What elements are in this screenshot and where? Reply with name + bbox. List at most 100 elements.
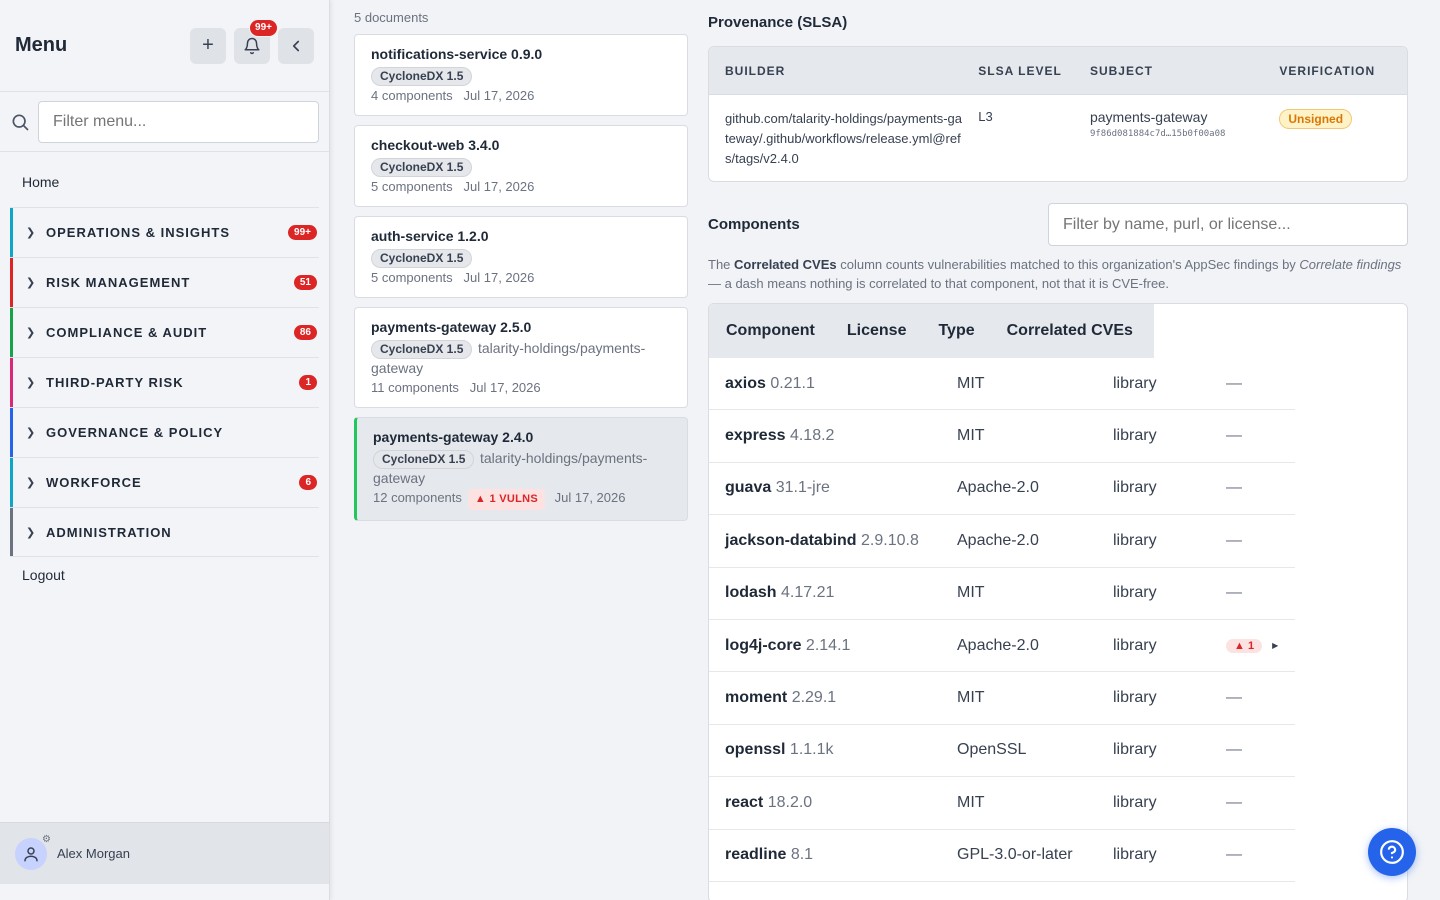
- cve-cell: —: [1226, 689, 1242, 707]
- user-profile[interactable]: ⚙ Alex Morgan: [0, 822, 329, 884]
- document-title: checkout-web 3.4.0: [371, 137, 500, 153]
- document-card[interactable]: auth-service 1.2.0 CycloneDX 1.5 5 compon…: [354, 216, 688, 298]
- nav-home[interactable]: Home: [0, 152, 329, 207]
- notifications-button[interactable]: 99+: [234, 18, 278, 64]
- table-row[interactable]: react 18.2.0 MIT library —: [709, 777, 1295, 830]
- nav-list: ❯ OPERATIONS & INSIGHTS 99+ ❯ RISK MANAGEMEN…: [0, 207, 329, 557]
- table-row[interactable]: lodash 4.17.21 MIT library —: [709, 568, 1295, 620]
- document-date: Jul 17, 2026: [463, 88, 535, 103]
- component-name: readline: [725, 846, 787, 864]
- component-version: 2.14.1: [805, 636, 851, 654]
- sidebar-item-governance-policy[interactable]: ❯ GOVERNANCE & POLICY: [10, 407, 319, 457]
- section-color-bar: [10, 358, 13, 407]
- logout-link[interactable]: Logout: [0, 557, 329, 593]
- note-text-pre: The: [708, 257, 735, 272]
- cve-cell[interactable]: ▲ 1 ▶: [1226, 638, 1278, 653]
- chevron-right-icon: ❯: [26, 427, 36, 439]
- section-color-bar: [10, 258, 13, 307]
- sidebar-item-label: COMPLIANCE & AUDIT: [46, 325, 208, 340]
- sidebar-item-label: ADMINISTRATION: [46, 524, 172, 540]
- column-header-license[interactable]: License: [847, 322, 907, 340]
- provenance-header: BUILDER SLSA LEVEL SUBJECT VERIFICATION: [709, 47, 1407, 95]
- license-cell: Apache-2.0: [957, 531, 1039, 549]
- help-button[interactable]: [1368, 828, 1416, 876]
- chevron-right-icon: ❯: [26, 327, 36, 339]
- type-cell: library: [1113, 531, 1157, 549]
- table-row[interactable]: express 4.18.2 MIT library —: [709, 410, 1295, 463]
- menu-filter-input[interactable]: [38, 100, 319, 143]
- column-header-type[interactable]: Type: [938, 322, 974, 340]
- table-row[interactable]: guava 31.1-jre Apache-2.0 library —: [709, 463, 1295, 516]
- gear-icon: ⚙: [42, 833, 51, 845]
- cve-dash: —: [1226, 689, 1242, 707]
- sidebar-item-administration[interactable]: ❯ ADMINISTRATION: [10, 507, 319, 557]
- license-cell: Apache-2.0: [957, 479, 1039, 497]
- components-table-header: Component License Type Correlated CVEs: [709, 304, 1154, 358]
- chevron-left-icon: [292, 40, 300, 51]
- cve-dash: —: [1226, 793, 1242, 811]
- document-card[interactable]: notifications-service 0.9.0 CycloneDX 1.5…: [354, 34, 688, 116]
- subject-cell: payments-gateway 9f86d081884c7d…15b0f00a…: [1090, 109, 1279, 169]
- component-version: 31.1-jre: [775, 479, 830, 497]
- note-text-mid: column counts vulnerabilities matched to…: [836, 257, 1300, 272]
- verification-badge: Unsigned: [1279, 109, 1353, 129]
- table-row[interactable]: log4j-core 2.14.1 Apache-2.0 library ▲ 1 ▶: [709, 620, 1295, 673]
- document-meta: CycloneDX 1.5 5 components Jul 17, 2026: [371, 157, 671, 196]
- section-color-bar: [10, 508, 13, 556]
- type-cell: library: [1113, 427, 1157, 445]
- note-bold: Correlated CVEs: [734, 257, 837, 272]
- column-header-correlated-cves[interactable]: Correlated CVEs: [1007, 322, 1133, 340]
- component-version: 2.9.10.8: [861, 531, 919, 549]
- table-row[interactable]: axios 0.21.1 MIT library —: [709, 358, 1295, 411]
- document-card[interactable]: payments-gateway 2.4.0 CycloneDX 1.5 tala…: [354, 417, 688, 521]
- sidebar-item-operations-insights[interactable]: ❯ OPERATIONS & INSIGHTS 99+: [10, 207, 319, 257]
- collapse-sidebar-button[interactable]: [278, 27, 314, 64]
- components-filter-input[interactable]: [1048, 203, 1408, 246]
- document-card[interactable]: payments-gateway 2.5.0 CycloneDX 1.5 tala…: [354, 307, 688, 408]
- table-row[interactable]: openssl 1.1.1k OpenSSL library —: [709, 725, 1295, 778]
- type-cell: library: [1113, 374, 1157, 392]
- document-card[interactable]: checkout-web 3.4.0 CycloneDX 1.5 5 compon…: [354, 125, 688, 207]
- component-cell: readline 8.1: [709, 846, 957, 864]
- component-cell: express 4.18.2: [709, 427, 957, 445]
- table-row[interactable]: moment 2.29.1 MIT library —: [709, 672, 1295, 725]
- document-date: Jul 17, 2026: [554, 490, 626, 505]
- main-content: Provenance (SLSA) BUILDER SLSA LEVEL SUB…: [708, 0, 1408, 900]
- chevron-right-icon: ❯: [26, 477, 36, 489]
- format-badge: CycloneDX 1.5: [371, 158, 473, 177]
- format-badge: CycloneDX 1.5: [373, 450, 475, 469]
- cve-dash: —: [1226, 479, 1242, 497]
- sidebar-item-count: 1: [299, 375, 317, 390]
- bell-icon: [244, 37, 260, 54]
- column-header-component[interactable]: Component: [726, 322, 815, 340]
- sidebar-item-workforce[interactable]: ❯ WORKFORCE 6: [10, 457, 319, 507]
- cve-cell: —: [1226, 794, 1242, 812]
- document-title: notifications-service 0.9.0: [371, 46, 543, 62]
- table-row[interactable]: jackson-databind 2.9.10.8 Apache-2.0 libra…: [709, 515, 1295, 568]
- component-version: 4.17.21: [781, 584, 835, 602]
- component-name: openssl: [725, 741, 786, 759]
- table-row[interactable]: readline 8.1 GPL-3.0-or-later library —: [709, 830, 1295, 882]
- chevron-right-icon: ❯: [26, 377, 36, 389]
- plus-icon: +: [202, 34, 214, 56]
- document-title: payments-gateway 2.4.0: [373, 429, 534, 445]
- add-button[interactable]: +: [190, 27, 226, 64]
- sidebar-item-third-party-risk[interactable]: ❯ THIRD-PARTY RISK 1: [10, 357, 319, 407]
- cve-count-badge[interactable]: ▲ 1: [1226, 638, 1263, 653]
- sidebar-item-compliance-audit[interactable]: ❯ COMPLIANCE & AUDIT 86: [10, 307, 319, 357]
- component-version: 18.2.0: [767, 793, 813, 811]
- sidebar-title: Menu: [15, 34, 68, 56]
- sidebar-item-count: 86: [293, 325, 317, 340]
- sidebar-item-count: 51: [293, 275, 317, 290]
- component-name: lodash: [725, 584, 777, 602]
- component-version: 1.1.1k: [789, 741, 834, 759]
- sidebar-item-risk-management[interactable]: ❯ RISK MANAGEMENT 51: [10, 257, 319, 307]
- expand-arrow-icon[interactable]: ▶: [1272, 641, 1278, 650]
- document-meta: CycloneDX 1.5 4 components Jul 17, 2026: [371, 66, 671, 105]
- document-count: 5 documents: [354, 10, 429, 25]
- license-cell: MIT: [957, 793, 985, 811]
- cve-dash: —: [1226, 531, 1242, 549]
- license-cell: MIT: [957, 689, 985, 707]
- component-count: 5 components: [371, 179, 453, 194]
- document-date: Jul 17, 2026: [463, 270, 535, 285]
